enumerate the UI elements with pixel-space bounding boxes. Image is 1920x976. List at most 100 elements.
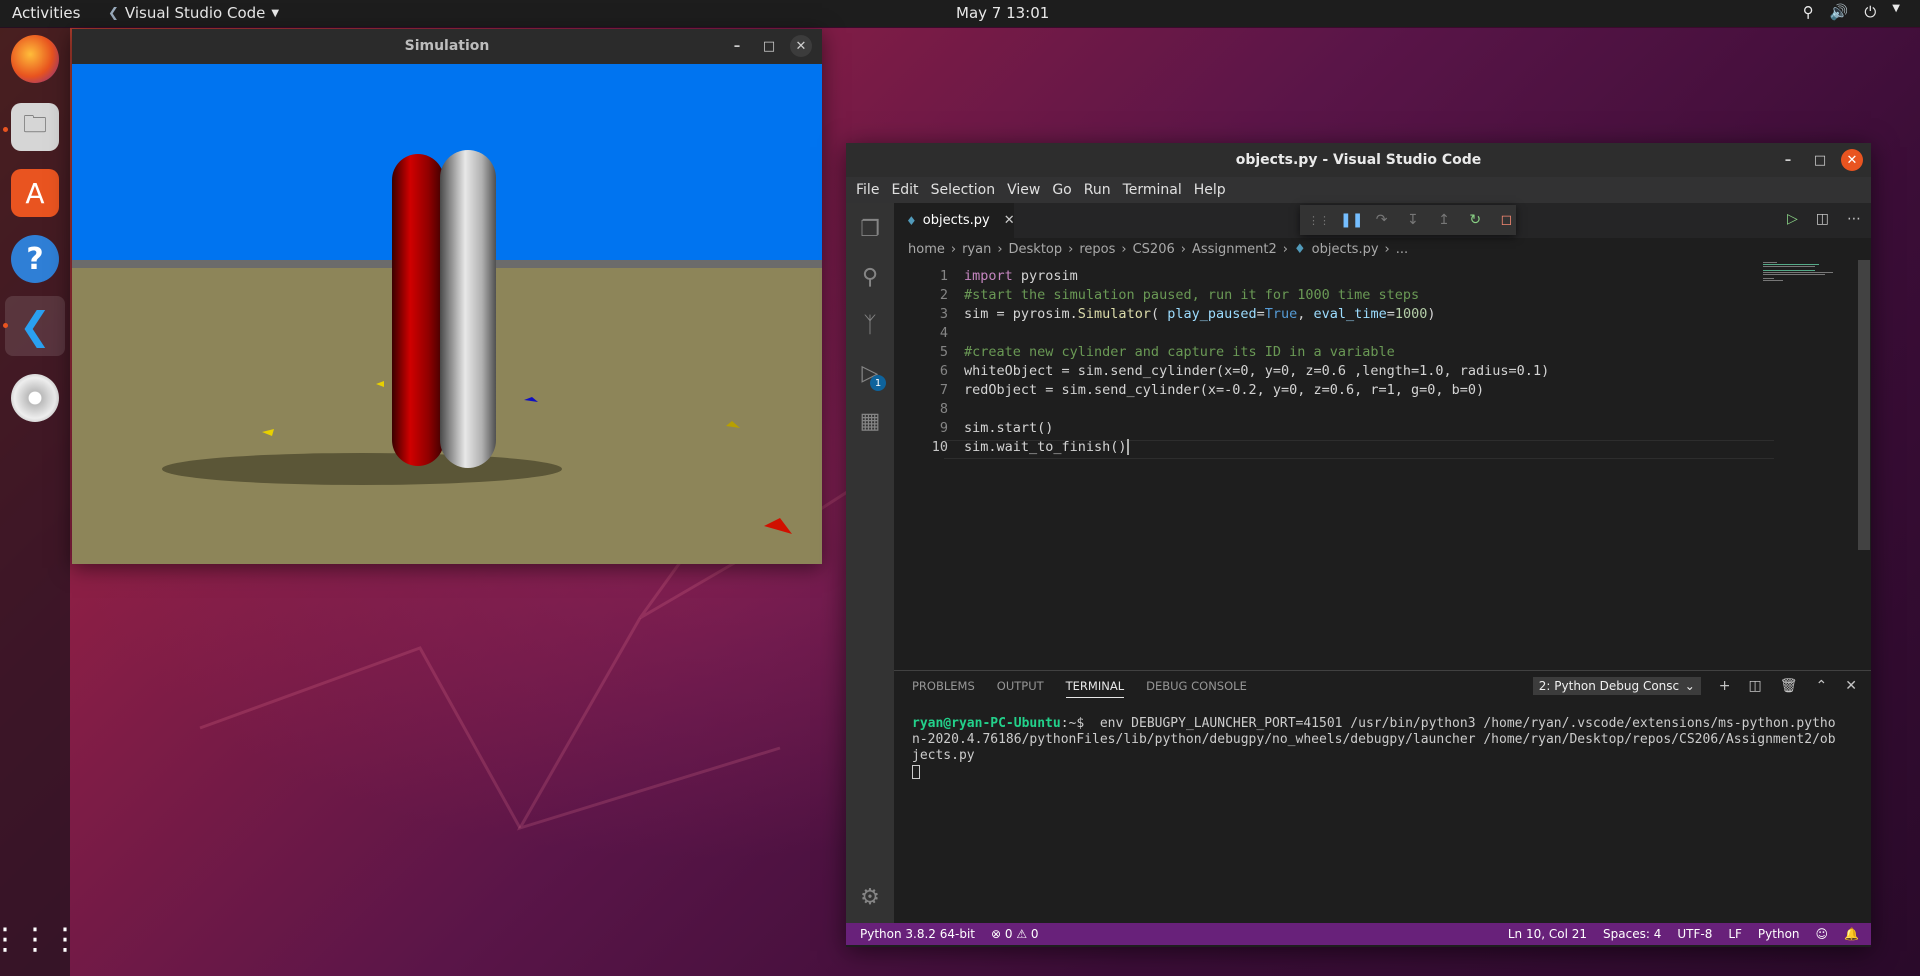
feedback-icon[interactable]: ☺ [1816,927,1829,941]
tab-output[interactable]: OUTPUT [997,679,1044,698]
language-mode[interactable]: Python [1758,927,1800,941]
settings-gear-icon[interactable]: ⚙ [854,881,886,913]
minimize-button[interactable]: – [1777,149,1799,171]
power-icon: ⏻ [1864,3,1877,21]
python-file-icon: ♦ [1293,241,1306,257]
python-interpreter[interactable]: Python 3.8.2 64-bit [860,927,975,941]
line-number: 6 [939,363,948,379]
cursor-position[interactable]: Ln 10, Col 21 [1508,927,1587,941]
split-terminal-icon[interactable]: ◫ [1749,678,1762,694]
run-icon[interactable]: ▷ [1787,211,1798,227]
maximize-button[interactable]: □ [758,35,780,57]
explorer-icon[interactable]: ❐ [856,215,884,243]
window-title: objects.py - Visual Studio Code [1235,152,1482,168]
close-panel-icon[interactable]: ✕ [1845,678,1857,694]
menu-file[interactable]: File [850,182,885,198]
indentation[interactable]: Spaces: 4 [1603,927,1661,941]
help-icon[interactable]: ? [11,235,59,283]
minimize-button[interactable]: – [726,35,748,57]
breadcrumb-item[interactable]: ryan [962,242,991,257]
new-terminal-icon[interactable]: + [1719,678,1731,694]
split-editor-icon[interactable]: ◫ [1816,211,1829,227]
breadcrumb-item[interactable]: CS206 [1133,242,1175,257]
terminal-prompt-suffix: :~$ [1060,716,1085,731]
encoding[interactable]: UTF-8 [1677,927,1712,941]
end-of-line[interactable]: LF [1728,927,1742,941]
code-line: sim = pyrosim.Simulator( play_paused=Tru… [964,306,1436,322]
breadcrumb-item[interactable]: Desktop [1009,242,1063,257]
vscode-titlebar[interactable]: objects.py - Visual Studio Code – □ ✕ [846,143,1871,177]
line-number: 3 [939,306,948,322]
simulation-viewport[interactable] [72,64,822,564]
white-cylinder [440,150,496,468]
restart-icon[interactable]: ↻ [1466,212,1485,228]
close-tab-icon[interactable]: ✕ [1004,213,1015,228]
trash-icon[interactable]: 🗑 [1780,678,1798,694]
close-button[interactable]: ✕ [1841,149,1863,171]
menu-selection[interactable]: Selection [925,182,1002,198]
breadcrumb-item[interactable]: ... [1396,242,1408,257]
problems-count[interactable]: ⊗ 0 ⚠ 0 [991,927,1039,941]
minimap[interactable] [1761,260,1851,300]
breadcrumb-item[interactable]: objects.py [1312,242,1379,257]
breadcrumb-item[interactable]: home [908,242,945,257]
search-icon[interactable]: ⚲ [856,263,884,291]
activity-bar: ❐ ⚲ ᛉ ▷ 1 ▦ [846,203,894,923]
drag-handle-icon[interactable]: ⋮⋮ [1308,214,1330,227]
close-button[interactable]: ✕ [790,35,812,57]
code-line: #create new cylinder and capture its ID … [964,344,1395,360]
breadcrumb-item[interactable]: repos [1079,242,1115,257]
menu-edit[interactable]: Edit [885,182,924,198]
vscode-window: objects.py - Visual Studio Code – □ ✕ Fi… [846,143,1871,947]
extensions-icon[interactable]: ▦ [856,407,884,435]
terminal-prompt: ryan@ryan-PC-Ubuntu [912,716,1061,731]
pause-icon[interactable]: ❚❚ [1340,212,1363,228]
code-line: sim.wait_to_finish() [964,439,1129,455]
terminal-cursor [912,764,920,779]
stop-icon[interactable]: ◻ [1497,212,1516,228]
tab-objects-py[interactable]: ♦ objects.py ✕ [894,203,1015,238]
menu-run[interactable]: Run [1078,182,1117,198]
files-icon[interactable]: 🗀 [11,103,59,151]
tab-problems[interactable]: PROBLEMS [912,679,975,698]
menu-help[interactable]: Help [1188,182,1232,198]
step-out-icon[interactable]: ↥ [1434,212,1453,228]
menu-go[interactable]: Go [1046,182,1077,198]
menu-terminal[interactable]: Terminal [1117,182,1188,198]
maximize-button[interactable]: □ [1809,149,1831,171]
terminal-output[interactable]: ryan@ryan-PC-Ubuntu:~$ env DEBUGPY_LAUNC… [912,716,1842,780]
breadcrumb-item[interactable]: Assignment2 [1192,242,1277,257]
python-file-icon: ♦ [906,213,917,228]
bell-icon[interactable]: 🔔 [1844,927,1859,941]
chevron-down-icon: ▼ [271,7,280,19]
step-over-icon[interactable]: ↷ [1372,212,1391,228]
maximize-panel-icon[interactable]: ⌃ [1816,678,1828,694]
window-title: Simulation [404,38,490,54]
clock[interactable]: May 7 13:01 [956,4,1049,22]
menu-view[interactable]: View [1001,182,1046,198]
terminal-select[interactable]: 2: Python Debug Consc ⌄ [1532,677,1701,695]
vscode-icon[interactable]: ❮ [5,296,65,356]
tab-debug-console[interactable]: DEBUG CONSOLE [1146,679,1247,698]
tab-terminal[interactable]: TERMINAL [1065,679,1125,698]
editor-scrollbar[interactable] [1858,260,1870,550]
network-icon: ⚲ [1802,3,1814,21]
firefox-icon[interactable] [11,35,59,83]
app-menu[interactable]: ❮ Visual Studio Code ▼ [108,4,279,22]
app-grid-icon[interactable]: ⋮⋮⋮ [0,915,80,963]
code-line: whiteObject = sim.send_cylinder(x=0, y=0… [964,363,1550,379]
menu-bar: File Edit Selection View Go Run Terminal… [846,177,1871,203]
code-editor[interactable]: 1 import pyrosim 2 #start the simulation… [894,260,1824,670]
activities-button[interactable]: Activities [12,4,80,22]
line-number: 10 [931,439,948,455]
simulation-titlebar[interactable]: Simulation – □ ✕ [72,29,822,63]
step-into-icon[interactable]: ↧ [1403,212,1422,228]
software-icon[interactable]: A [11,169,59,217]
more-actions-icon[interactable]: ⋯ [1847,211,1861,227]
code-line: #start the simulation paused, run it for… [964,287,1420,303]
disc-icon[interactable] [11,374,59,422]
red-cylinder [392,154,444,466]
source-control-icon[interactable]: ᛉ [856,311,884,339]
system-tray[interactable]: ⚲ 🔊 ⏻ ▼ [1803,3,1900,21]
code-line: redObject = sim.send_cylinder(x=-0.2, y=… [964,382,1485,398]
